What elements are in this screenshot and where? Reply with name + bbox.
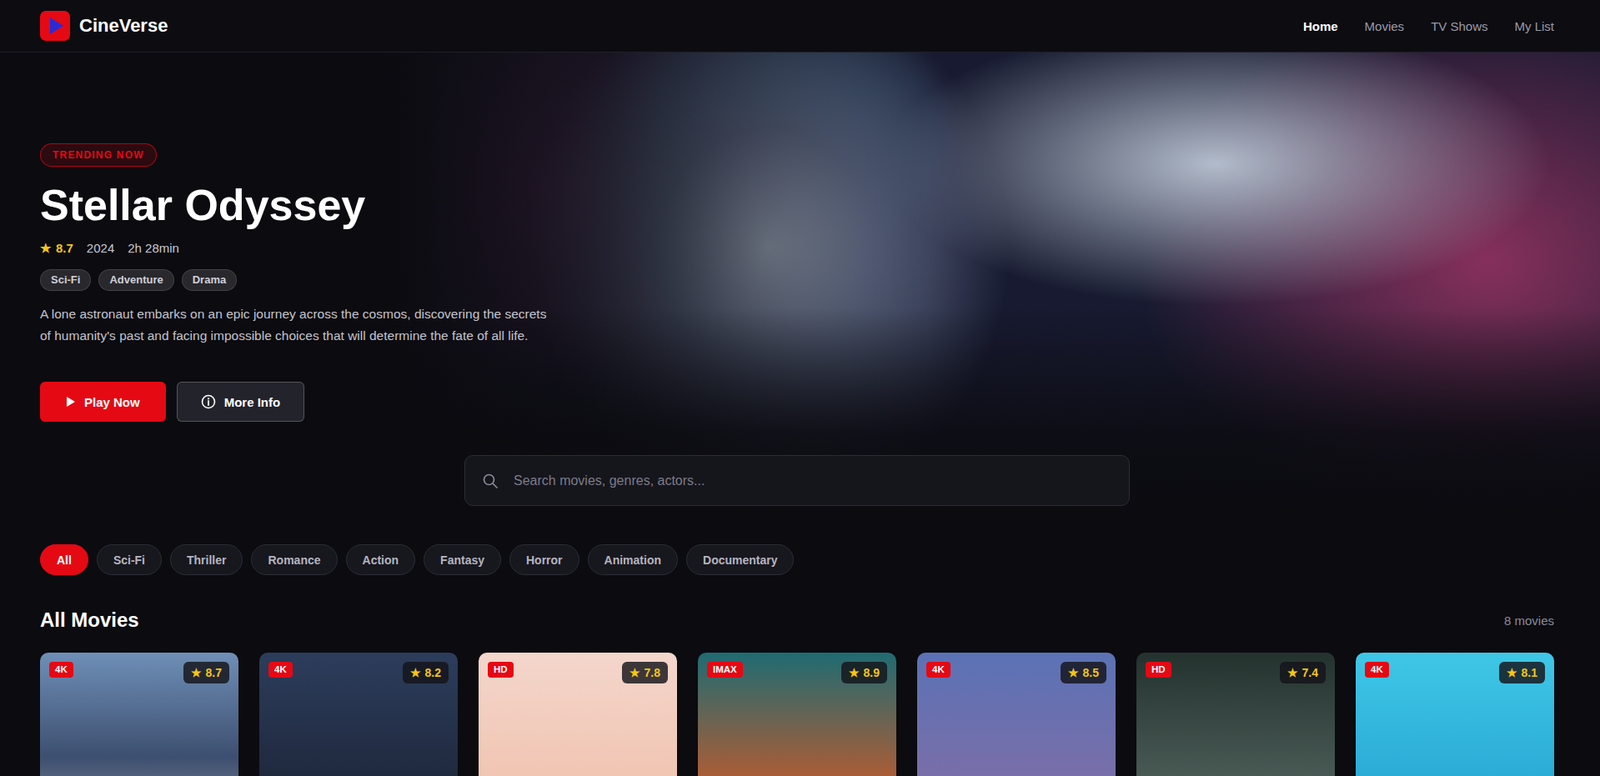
star-icon: ★ [1287, 666, 1299, 680]
rating-value: 8.2 [425, 666, 442, 680]
hero-title: Stellar Odyssey [40, 180, 366, 231]
star-icon: ★ [848, 666, 860, 680]
movie-card[interactable]: 4K ★ 8.5 [917, 652, 1116, 776]
rating-badge: ★7.8 [621, 662, 668, 684]
rating-value: 8.7 [205, 666, 222, 680]
star-icon: ★ [190, 666, 202, 680]
trending-badge: TRENDING NOW [40, 143, 157, 167]
rating-value: 8.9 [863, 666, 880, 680]
quality-badge: 4K [268, 662, 293, 678]
search-icon [481, 472, 499, 490]
search-area [40, 455, 1555, 507]
star-icon: ★ [1506, 666, 1518, 680]
genre-tag: Sci-Fi [40, 269, 91, 291]
rating-badge: ★ 8.5 [1060, 662, 1107, 684]
genre-chip[interactable]: All [40, 544, 89, 576]
rating-badge: ★8.9 [841, 662, 888, 684]
hero-meta: ★8.7 2024 2h 28min [40, 239, 180, 258]
genre-tag: Adventure [98, 269, 174, 291]
button-label: More Info [224, 395, 281, 410]
hero-banner: TRENDING NOW Stellar Odyssey ★8.7 2024 2h 28… [0, 52, 1600, 517]
movie-grid: 4K★8.74K★8.2HD★7.8IMAX★8.94K★8.5HD★7.44K… [0, 652, 1600, 776]
section-title: All Movies [40, 608, 140, 632]
movie-card[interactable]: IMAX ★8.9 [697, 652, 897, 776]
movie-card[interactable]: HD ★7.8 [478, 652, 678, 776]
logo-play-icon [40, 10, 71, 41]
movie-card[interactable]: 4K ★8.7 [40, 652, 239, 776]
genre-chip[interactable]: Documentary [686, 544, 794, 576]
nav-link[interactable]: My List [1514, 15, 1555, 37]
genre-tag: Drama [181, 269, 237, 291]
nav-link[interactable]: TV Shows [1430, 15, 1488, 37]
genre-chip[interactable]: Fantasy [423, 544, 502, 576]
search-input[interactable] [511, 472, 1113, 490]
movie-card[interactable]: 4K ★8.1 [1355, 652, 1555, 776]
quality-badge: 4K [49, 662, 74, 678]
nav-link[interactable]: Movies [1364, 15, 1405, 37]
rating-value: 7.4 [1302, 666, 1319, 680]
main-nav: Home Movies TV Shows My List [1303, 15, 1555, 37]
genre-chip[interactable]: Animation [587, 544, 678, 576]
genre-chip[interactable]: Horror [509, 544, 580, 576]
genre-chip[interactable]: Action [346, 544, 417, 576]
top-bar: CineVerse Home Movies TV Shows My List [0, 0, 1600, 53]
rating-badge: ★8.7 [183, 662, 230, 684]
quality-badge: HD [1145, 662, 1172, 678]
nav-link[interactable]: Home [1303, 15, 1339, 37]
rating-value: 8.1 [1521, 666, 1538, 680]
star-icon: ★ [629, 666, 641, 680]
genre-chip[interactable]: Thriller [170, 544, 243, 576]
movie-count: 8 movies [1504, 613, 1555, 628]
genre-chip[interactable]: Sci-Fi [96, 544, 162, 576]
hero-year: 2024 [86, 239, 115, 258]
rating-value: 8.7 [55, 239, 74, 258]
section-header: All Movies 8 movies [0, 607, 1600, 633]
quality-badge: HD [487, 662, 514, 678]
play-icon [65, 396, 76, 408]
info-icon [200, 394, 216, 410]
brand-name: CineVerse [79, 15, 168, 37]
hero-description: A lone astronaut embarks on an epic jour… [40, 303, 557, 347]
play-button[interactable]: Play Now [40, 381, 166, 422]
info-button[interactable]: More Info [176, 381, 306, 422]
page: CineVerse Home Movies TV Shows My List TRENDI… [0, 0, 1600, 776]
quality-badge: 4K [1364, 662, 1390, 678]
genre-filter: AllSci-FiThrillerRomance ActionFantasyHor… [0, 544, 1600, 576]
quality-badge: 4K [926, 662, 951, 678]
star-icon: ★ [1068, 666, 1079, 680]
hero-rating: ★8.7 [40, 239, 74, 258]
rating-value: 8.5 [1083, 666, 1099, 680]
star-icon: ★ [40, 239, 51, 258]
hero-tags: Sci-Fi Adventure Drama [40, 269, 237, 291]
quality-badge: IMAX [707, 662, 743, 678]
star-icon: ★ [410, 666, 422, 680]
movie-card[interactable]: 4K ★8.2 [259, 652, 458, 776]
rating-value: 7.8 [644, 666, 661, 680]
hero-duration: 2h 28min [127, 239, 180, 258]
search-bar[interactable] [464, 455, 1130, 507]
button-label: Play Now [84, 395, 141, 410]
genre-chip[interactable]: Romance [250, 544, 337, 576]
rating-badge: ★7.4 [1279, 662, 1326, 684]
logo[interactable]: CineVerse [40, 10, 168, 41]
hero-content: TRENDING NOW Stellar Odyssey ★8.7 2024 2h 28… [40, 143, 1555, 422]
hero-actions: Play Now More Info [40, 381, 305, 422]
movie-card[interactable]: HD ★7.4 [1136, 652, 1335, 776]
rating-badge: ★8.1 [1499, 662, 1545, 684]
rating-badge: ★8.2 [402, 662, 449, 684]
